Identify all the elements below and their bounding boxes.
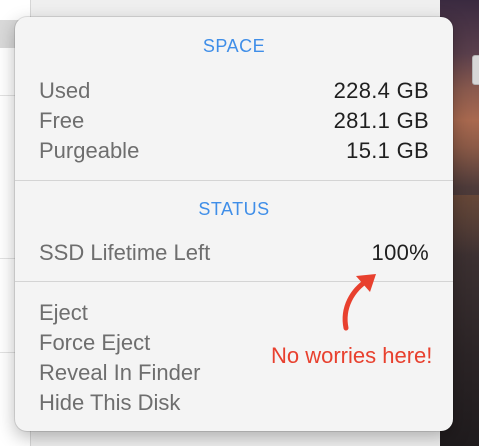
space-row-value: 15.1 GB [346,138,429,163]
status-section-title: STATUS [198,199,270,219]
curved-arrow-up-icon [342,274,376,331]
eject-menu-item[interactable]: Eject [39,300,88,326]
reveal-in-finder-menu-item[interactable]: Reveal In Finder [39,360,200,386]
window-edge-handle[interactable] [472,55,479,85]
status-row-value: 100% [371,240,429,265]
space-row-free: Free 281.1 GB [39,106,429,136]
force-eject-menu-item[interactable]: Force Eject [39,330,150,356]
hide-this-disk-menu-item[interactable]: Hide This Disk [39,390,180,416]
space-row-purgeable: Purgeable 15.1 GB [39,136,429,166]
status-row-ssd-lifetime: SSD Lifetime Left 100% [39,238,429,268]
space-row-label: Purgeable [39,138,140,163]
space-row-label: Free [39,108,85,133]
annotation-text: No worries here! [271,343,433,368]
space-row-label: Used [39,78,91,103]
status-row-label: SSD Lifetime Left [39,240,211,265]
space-row-used: Used 228.4 GB [39,76,429,106]
space-row-value: 228.4 GB [333,78,429,103]
section-divider [15,180,453,181]
space-section-title: SPACE [202,36,266,56]
screen: SPACE Used 228.4 GB Free 281.1 GB Purgea… [0,0,479,446]
space-row-value: 281.1 GB [333,108,429,133]
